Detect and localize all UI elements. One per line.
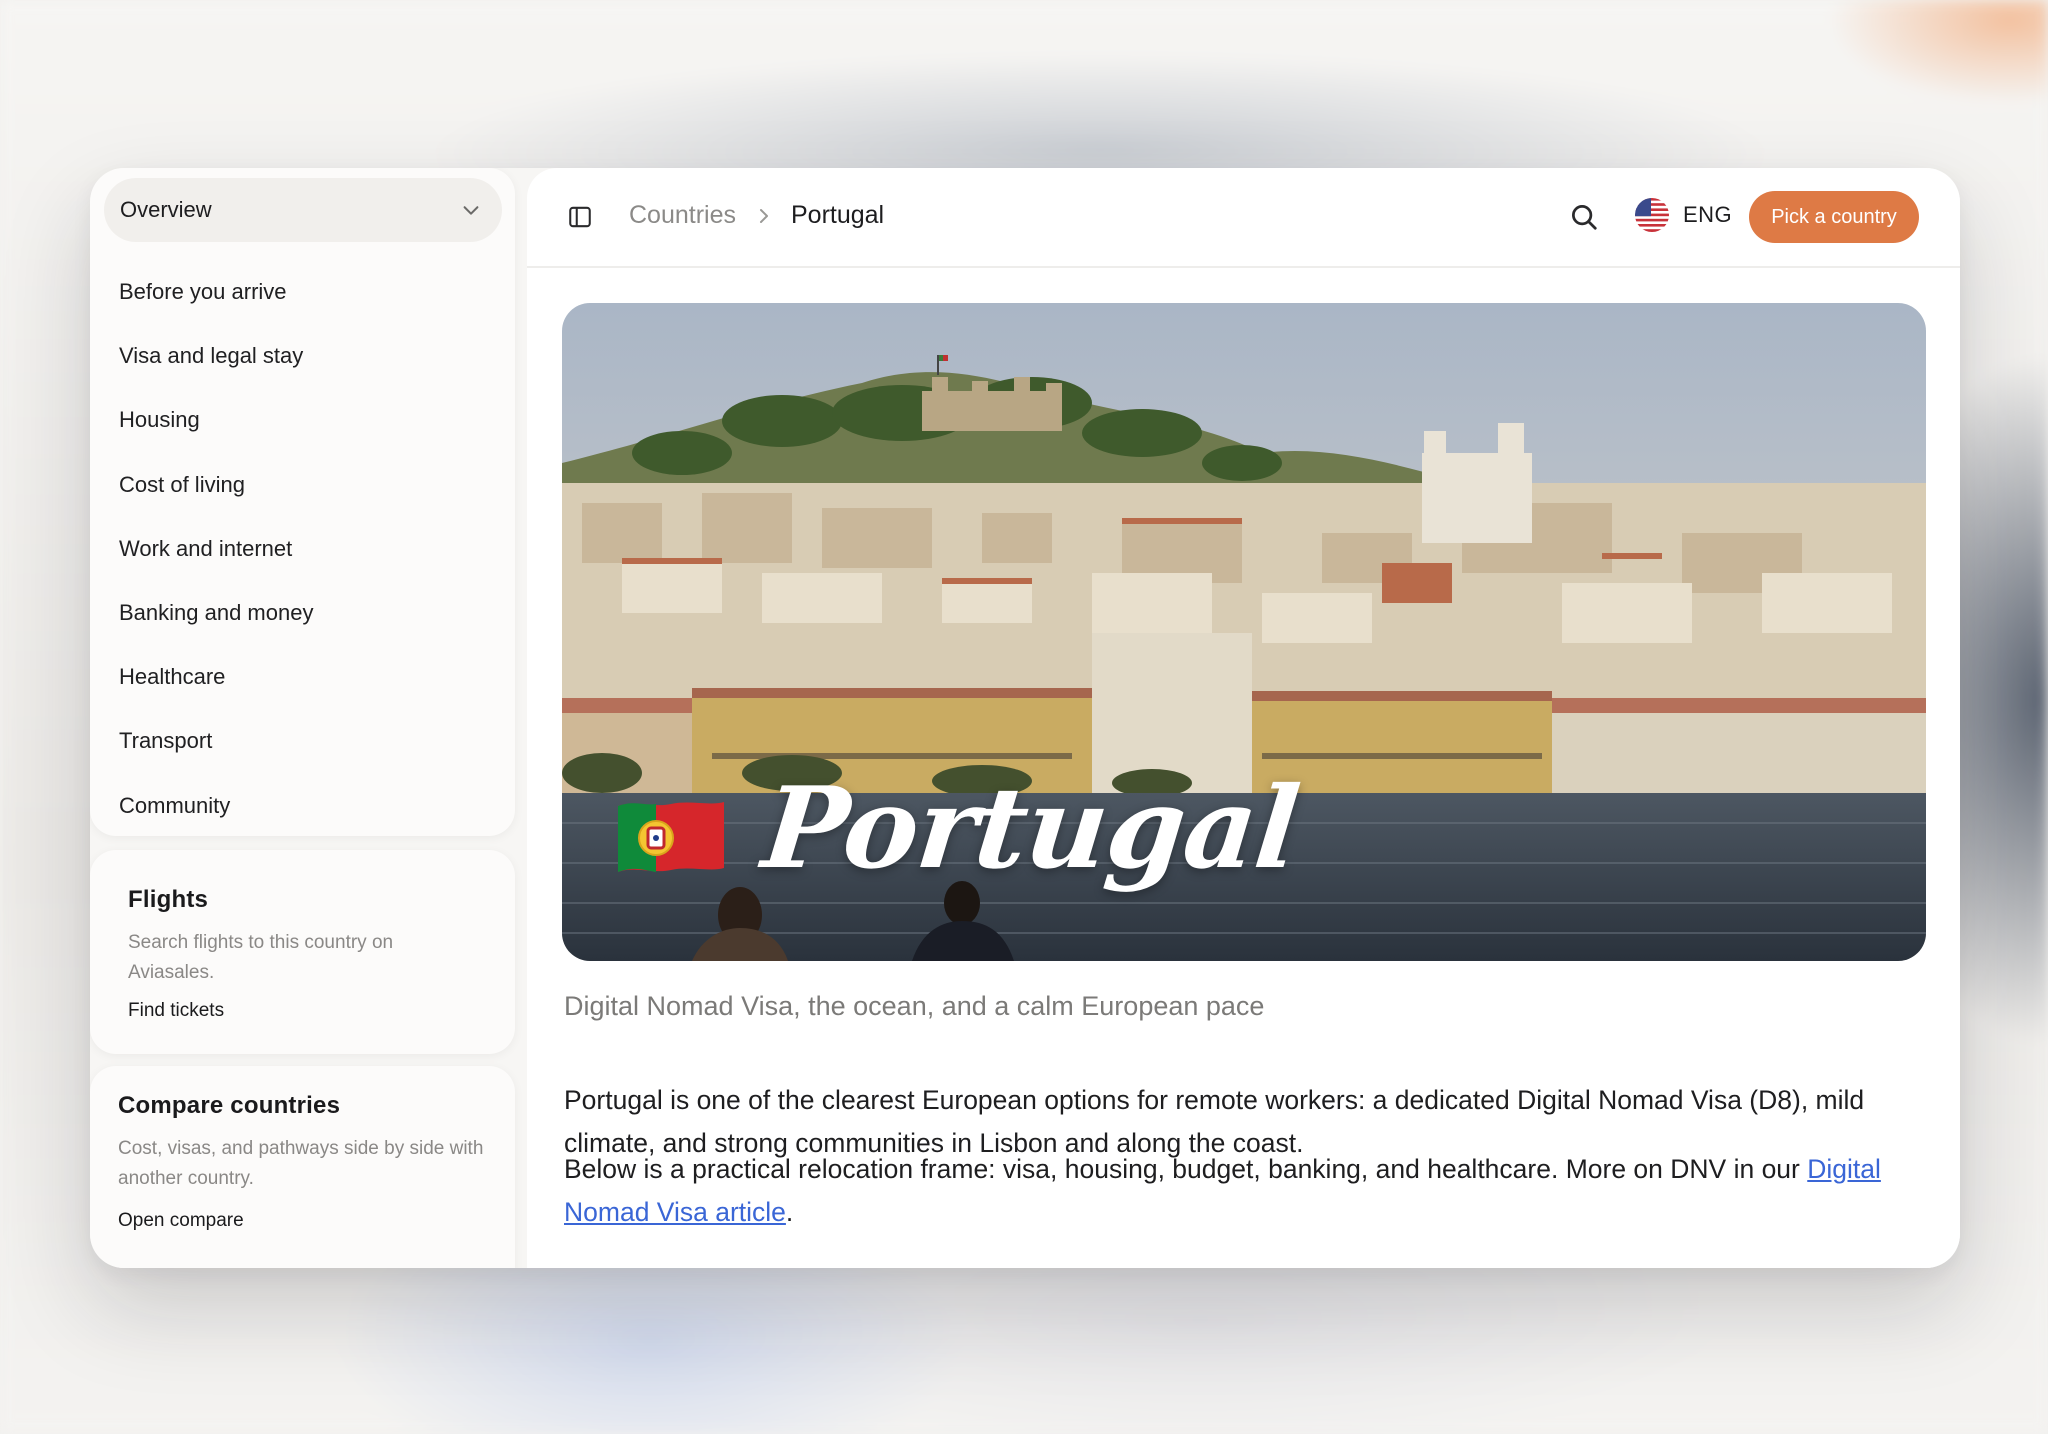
search-icon[interactable] (1569, 202, 1599, 232)
sidebar-item-healthcare[interactable]: Healthcare (119, 645, 313, 709)
relocation-paragraph-end: . (785, 1197, 794, 1227)
open-compare-link[interactable]: Open compare (118, 1210, 244, 1232)
compare-card: Compare countries Cost, visas, and pathw… (90, 1066, 515, 1268)
hero-image: Portugal (562, 303, 1926, 961)
app-window: Overview Before you arrive Visa and lega… (90, 168, 1960, 1268)
sidebar-item-work-and-internet[interactable]: Work and internet (119, 517, 313, 581)
hero-title: Portugal (757, 763, 1305, 894)
country-subtitle: Digital Nomad Visa, the ocean, and a cal… (564, 991, 1265, 1021)
sidebar-nav-card: Overview Before you arrive Visa and lega… (90, 168, 515, 836)
main-content: Countries Portugal ENG Pick a country Po… (527, 168, 1960, 1268)
sidebar-item-transport[interactable]: Transport (119, 709, 313, 773)
overview-label: Overview (120, 197, 212, 222)
chevron-down-icon (463, 206, 479, 215)
sidebar-item-housing[interactable]: Housing (119, 388, 313, 452)
us-flag-icon (1635, 198, 1669, 232)
language-label: ENG (1683, 202, 1733, 227)
find-tickets-link[interactable]: Find tickets (128, 1000, 224, 1022)
section-nav-list: Before you arrive Visa and legal stay Ho… (119, 260, 313, 838)
sidebar: Overview Before you arrive Visa and lega… (90, 168, 515, 1268)
flights-card: Flights Search flights to this country o… (90, 850, 515, 1054)
sidebar-toggle-icon[interactable] (567, 204, 593, 230)
relocation-paragraph-text: Below is a practical relocation frame: v… (564, 1154, 1808, 1184)
chevron-right-icon (760, 209, 768, 223)
sidebar-item-cost-of-living[interactable]: Cost of living (119, 453, 313, 517)
portugal-flag-icon (618, 802, 724, 872)
sidebar-item-before-you-arrive[interactable]: Before you arrive (119, 260, 313, 324)
flights-description: Search flights to this country on Aviasa… (128, 932, 394, 983)
compare-description: Cost, visas, and pathways side by side w… (118, 1138, 484, 1189)
sidebar-item-banking-and-money[interactable]: Banking and money (119, 581, 313, 645)
relocation-paragraph: Below is a practical relocation frame: v… (564, 1148, 1934, 1234)
flights-title: Flights (128, 886, 209, 913)
language-selector[interactable]: ENG (1635, 198, 1732, 232)
breadcrumb-current: Portugal (791, 201, 885, 229)
pick-country-button[interactable]: Pick a country (1749, 191, 1919, 243)
breadcrumb-countries[interactable]: Countries (629, 201, 736, 230)
overview-dropdown[interactable]: Overview (104, 178, 502, 242)
sidebar-item-community[interactable]: Community (119, 774, 313, 838)
top-bar: Countries Portugal ENG Pick a country (527, 168, 1960, 268)
compare-title: Compare countries (118, 1092, 341, 1119)
sidebar-item-visa-and-legal-stay[interactable]: Visa and legal stay (119, 324, 313, 388)
